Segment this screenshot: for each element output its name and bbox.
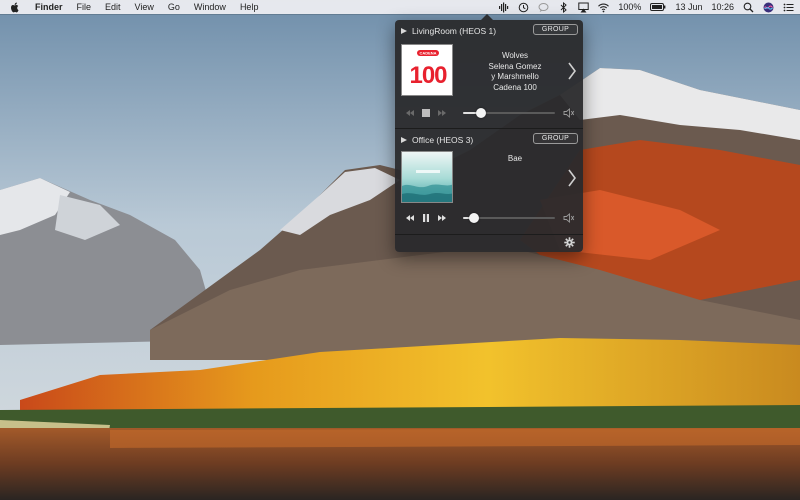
messages-icon[interactable]	[538, 2, 549, 13]
battery-percent[interactable]: 100%	[618, 2, 641, 12]
menu-go[interactable]: Go	[161, 0, 187, 14]
wifi-icon[interactable]	[598, 2, 610, 13]
volume-knob[interactable]	[469, 213, 480, 223]
zone-livingroom: LivingRoom (HEOS 1) GROUP CADENA 100 Wol…	[395, 20, 583, 126]
zone-divider	[395, 128, 583, 129]
next-track-icon[interactable]	[437, 108, 447, 118]
track-artist-line1: Selena Gomez	[488, 61, 542, 71]
stop-icon[interactable]	[421, 108, 431, 118]
spotlight-search-icon[interactable]	[743, 2, 754, 13]
speaker-icon[interactable]	[563, 213, 575, 223]
menu-file[interactable]: File	[70, 0, 99, 14]
zone-header[interactable]: LivingRoom (HEOS 1)	[401, 26, 496, 36]
chevron-right-icon[interactable]	[567, 169, 577, 187]
gear-icon[interactable]	[564, 237, 575, 248]
volume-knob[interactable]	[476, 108, 487, 118]
menu-window[interactable]: Window	[187, 0, 233, 14]
menu-edit[interactable]: Edit	[98, 0, 128, 14]
footer-divider	[395, 234, 583, 235]
battery-icon[interactable]	[650, 2, 666, 13]
clock-time[interactable]: 10:26	[711, 2, 734, 12]
album-art	[401, 151, 453, 203]
zone-name: LivingRoom (HEOS 1)	[412, 26, 497, 36]
previous-track-icon[interactable]	[405, 213, 415, 223]
airplay-icon[interactable]	[578, 2, 590, 13]
album-art-number: 100	[409, 62, 447, 89]
track-title: Bae	[507, 154, 523, 163]
notification-center-icon[interactable]	[783, 2, 794, 13]
track-info: Wolves Selena Gomez y Marshmello Cadena …	[463, 51, 567, 93]
clock-date[interactable]: 13 Jun	[675, 2, 702, 12]
group-button[interactable]: GROUP	[533, 24, 578, 35]
zone-header[interactable]: Office (HEOS 3)	[401, 135, 473, 145]
track-title: Wolves	[501, 51, 529, 60]
track-artist-line2: y Marshmello	[491, 72, 539, 81]
menu-view[interactable]: View	[128, 0, 161, 14]
playback-controls	[405, 108, 447, 118]
previous-track-icon[interactable]	[405, 108, 415, 118]
next-track-icon[interactable]	[437, 213, 447, 223]
track-station: Cadena 100	[493, 82, 537, 92]
heos-popover: LivingRoom (HEOS 1) GROUP CADENA 100 Wol…	[395, 14, 583, 252]
chevron-right-icon[interactable]	[567, 62, 577, 80]
group-button[interactable]: GROUP	[533, 133, 578, 144]
menu-bar: Finder File Edit View Go Window Help 100…	[0, 0, 800, 14]
volume-slider[interactable]	[463, 213, 555, 223]
menu-help[interactable]: Help	[233, 0, 266, 14]
bluetooth-icon[interactable]	[558, 1, 569, 13]
speaker-icon[interactable]	[563, 108, 575, 118]
heos-status-icon[interactable]	[498, 2, 509, 13]
time-machine-icon[interactable]	[518, 2, 529, 13]
album-art-label: CADENA	[419, 51, 436, 56]
pause-icon[interactable]	[421, 213, 431, 223]
zone-name: Office (HEOS 3)	[412, 135, 474, 145]
apple-logo-icon[interactable]	[10, 2, 20, 13]
siri-icon[interactable]	[763, 2, 774, 13]
volume-slider[interactable]	[463, 108, 555, 118]
playback-controls	[405, 213, 447, 223]
album-art: CADENA 100	[401, 44, 453, 96]
zone-office: Office (HEOS 3) GROUP Bae	[395, 131, 583, 233]
disclosure-triangle-icon[interactable]	[401, 137, 407, 143]
menu-app-name[interactable]: Finder	[28, 0, 70, 14]
disclosure-triangle-icon[interactable]	[401, 28, 407, 34]
track-info: Bae	[463, 154, 567, 165]
